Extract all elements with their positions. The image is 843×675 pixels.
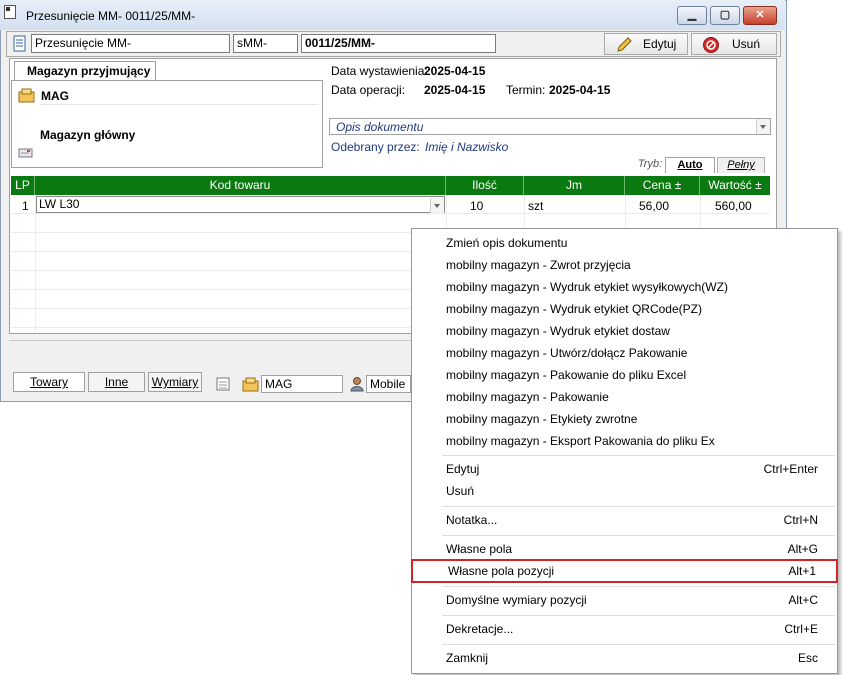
received-by-field[interactable]: Imię i Nazwisko — [425, 140, 508, 154]
divider — [9, 340, 411, 341]
maximize-button[interactable]: ▢ — [710, 6, 740, 25]
user-icon — [350, 377, 364, 392]
context-menu: Zmień opis dokumentu mobilny magazyn - Z… — [411, 228, 838, 674]
tab-inne[interactable]: Inne — [88, 372, 145, 392]
delete-button-label: Usuń — [732, 37, 761, 51]
divider — [40, 104, 318, 105]
column-header-unit[interactable]: Jm — [524, 176, 625, 195]
menu-item-delete[interactable]: Usuń — [412, 480, 837, 502]
close-button[interactable]: ✕ — [743, 6, 777, 25]
due-date-label: Termin: — [506, 83, 546, 97]
menu-separator — [442, 644, 835, 645]
document-icon — [13, 35, 26, 52]
operation-date-label: Data operacji: — [331, 83, 406, 97]
menu-item-create-packing[interactable]: mobilny magazyn - Utwórz/dołącz Pakowani… — [412, 342, 837, 364]
menu-separator — [442, 455, 835, 456]
menu-item-packing-excel[interactable]: mobilny magazyn - Pakowanie do pliku Exc… — [412, 364, 837, 386]
chevron-down-icon[interactable] — [430, 198, 444, 213]
column-divider — [35, 195, 36, 333]
cell-lp: 1 — [22, 199, 29, 213]
document-description-combo[interactable]: Opis dokumentu — [329, 118, 771, 135]
series-field[interactable]: sMM- — [233, 34, 298, 53]
column-header-quantity[interactable]: Ilość — [446, 176, 524, 195]
operation-date-value[interactable]: 2025-04-15 — [424, 83, 485, 97]
menu-item-return-labels[interactable]: mobilny magazyn - Etykiety zwrotne — [412, 408, 837, 430]
minimize-button[interactable]: ▁ — [677, 6, 707, 25]
document-type-field[interactable]: Przesunięcie MM- — [31, 34, 230, 53]
cell-code: LW L30 — [39, 197, 80, 211]
calendar-icon[interactable] — [215, 376, 231, 392]
warehouse-name: Magazyn główny — [40, 128, 136, 142]
window-title: Przesunięcie MM- 0011/25/MM- — [26, 9, 196, 23]
bottom-user-field[interactable]: Mobile — [366, 375, 411, 393]
menu-item-print-delivery-labels[interactable]: mobilny magazyn - Wydruk etykiet dostaw — [412, 320, 837, 342]
menu-item-packing[interactable]: mobilny magazyn - Pakowanie — [412, 386, 837, 408]
cell-unit: szt — [528, 199, 544, 213]
product-code-editor[interactable]: LW L30 — [36, 196, 445, 213]
menu-item-close[interactable]: Zamknij Esc — [412, 647, 837, 669]
menu-item-return-receipt[interactable]: mobilny magazyn - Zwrot przyjęcia — [412, 254, 837, 276]
column-header-price[interactable]: Cena ± — [625, 176, 700, 195]
cell-value: 560,00 — [715, 199, 752, 213]
column-header-code[interactable]: Kod towaru — [35, 176, 446, 195]
issue-date-label: Data wystawienia: — [331, 64, 428, 78]
document-number-field[interactable]: 0011/25/MM- — [301, 34, 496, 53]
menu-separator — [442, 506, 835, 507]
edit-button-label: Edytuj — [643, 37, 677, 51]
menu-item-custom-fields[interactable]: Własne pola Alt+G — [412, 538, 837, 560]
pencil-icon — [617, 37, 632, 52]
card-icon[interactable] — [18, 147, 34, 159]
column-header-value[interactable]: Wartość ± — [700, 176, 770, 195]
menu-separator — [442, 535, 835, 536]
mode-label: Tryb: — [637, 158, 663, 170]
due-date-value[interactable]: 2025-04-15 — [549, 83, 610, 97]
warehouse-code[interactable]: MAG — [41, 89, 69, 103]
tab-auto[interactable]: Auto — [665, 157, 715, 173]
menu-item-edit[interactable]: Edytuj Ctrl+Enter — [412, 458, 837, 480]
menu-item-decrees[interactable]: Dekretacje... Ctrl+E — [412, 618, 837, 640]
delete-icon — [703, 37, 719, 53]
warehouse-icon — [18, 88, 35, 103]
menu-separator — [442, 586, 835, 587]
warehouse-icon — [242, 377, 259, 392]
menu-item-note[interactable]: Notatka... Ctrl+N — [412, 509, 837, 531]
tab-full[interactable]: Pełny — [717, 157, 765, 173]
tab-wymiary[interactable]: Wymiary — [148, 372, 202, 392]
chevron-down-icon[interactable] — [756, 119, 770, 134]
menu-item-print-shipping-labels[interactable]: mobilny magazyn - Wydruk etykiet wysyłko… — [412, 276, 837, 298]
menu-item-print-qrcode-labels[interactable]: mobilny magazyn - Wydruk etykiet QRCode(… — [412, 298, 837, 320]
menu-item-default-dimensions[interactable]: Domyślne wymiary pozycji Alt+C — [412, 589, 837, 611]
menu-separator — [442, 615, 835, 616]
menu-item-export-packing[interactable]: mobilny magazyn - Eksport Pakowania do p… — [412, 430, 837, 452]
bottom-warehouse-field[interactable]: MAG — [261, 375, 343, 393]
tab-receiving-warehouse[interactable]: Magazyn przyjmujący — [14, 61, 156, 81]
received-by-label: Odebrany przez: — [331, 140, 420, 154]
edit-button[interactable]: Edytuj — [604, 33, 688, 55]
window-icon — [4, 5, 16, 19]
tab-towary[interactable]: Towary — [13, 372, 85, 392]
document-description-placeholder: Opis dokumentu — [336, 120, 424, 134]
delete-button[interactable]: Usuń — [691, 33, 777, 55]
menu-item-position-custom-fields[interactable]: Własne pola pozycji Alt+1 — [411, 559, 838, 583]
issue-date-value[interactable]: 2025-04-15 — [424, 64, 485, 78]
column-header-lp[interactable]: LP — [11, 176, 35, 195]
menu-item-change-description[interactable]: Zmień opis dokumentu — [412, 232, 837, 254]
cell-price: 56,00 — [639, 199, 670, 213]
cell-quantity: 10 — [470, 199, 484, 213]
